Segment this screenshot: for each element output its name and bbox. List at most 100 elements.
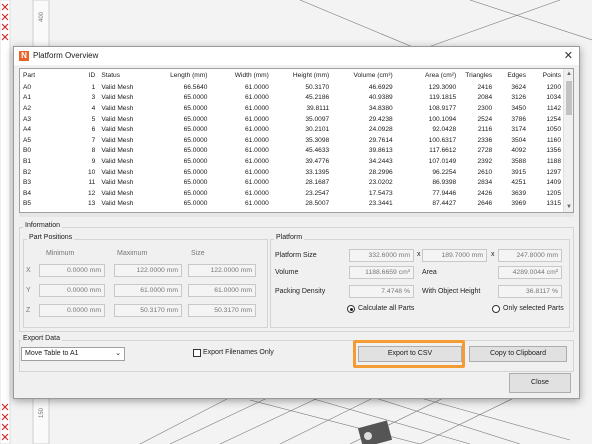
- table-row[interactable]: B3 11 Valid Mesh 65.0000 61.0000 28.1687 23.02…: [20, 177, 564, 188]
- cell-status: Valid Mesh: [101, 157, 134, 165]
- cell-part: B3: [23, 179, 32, 187]
- column-header-length[interactable]: Length (mm): [149, 69, 210, 82]
- axis-y-label: Y: [26, 287, 31, 294]
- object-height-field: 36.8117 %: [498, 285, 562, 298]
- cell-points: 1356: [546, 147, 561, 155]
- cell-part: B0: [23, 147, 32, 155]
- cell-points: 1142: [546, 104, 561, 112]
- cell-id: 10: [87, 168, 96, 176]
- cell-id: 1: [91, 83, 96, 91]
- column-header-edges[interactable]: Edges: [495, 69, 529, 82]
- table-row[interactable]: A2 4 Valid Mesh 65.0000 61.0000 39.8111 34.838…: [20, 103, 564, 114]
- cell-status: Valid Mesh: [101, 179, 134, 187]
- cell-part: B4: [23, 189, 32, 197]
- cell-area: 96.2254: [432, 168, 457, 176]
- cell-width: 61.0000: [245, 94, 269, 102]
- table-vertical-scrollbar[interactable]: ▲ ▼: [563, 69, 573, 212]
- cell-width: 61.0000: [245, 83, 269, 91]
- cell-width: 61.0000: [245, 147, 269, 155]
- table-row[interactable]: B4 12 Valid Mesh 65.0000 61.0000 23.2547 17.54…: [20, 188, 564, 199]
- y-size-field: 61.0000 mm: [188, 284, 256, 297]
- cell-height: 35.3098: [305, 136, 330, 144]
- cell-volume: 23.0202: [368, 179, 393, 187]
- cell-points: 1409: [546, 179, 561, 187]
- cell-triangles: 2392: [477, 157, 493, 165]
- cell-volume: 23.3441: [368, 200, 393, 208]
- times-sign: x: [417, 251, 421, 258]
- copy-to-clipboard-button[interactable]: Copy to Clipboard: [469, 346, 567, 362]
- calculate-all-parts-label[interactable]: Calculate all Parts: [358, 305, 414, 312]
- column-header-id[interactable]: ID: [71, 69, 99, 82]
- table-row[interactable]: A0 1 Valid Mesh 66.5640 61.0000 50.3170 46.692…: [20, 82, 564, 93]
- cell-width: 61.0000: [245, 104, 269, 112]
- column-header-width[interactable]: Width (mm): [210, 69, 271, 82]
- cell-points: 1200: [546, 83, 561, 91]
- cell-id: 3: [91, 94, 96, 102]
- cell-part: A0: [23, 83, 32, 91]
- cell-points: 1160: [546, 136, 561, 144]
- cell-length: 65.0000: [183, 179, 208, 187]
- cell-triangles: 2728: [477, 147, 493, 155]
- cell-edges: 3126: [511, 94, 527, 102]
- export-filenames-only-label[interactable]: Export Filenames Only: [203, 349, 274, 356]
- platform-size-y-field: 189.7000 mm: [422, 249, 487, 262]
- cell-part: A4: [23, 126, 32, 134]
- table-horizontal-scrollbar[interactable]: [19, 213, 574, 217]
- cell-length: 65.0000: [183, 147, 208, 155]
- y-minimum-field: 0.0000 mm: [39, 284, 105, 297]
- cell-status: Valid Mesh: [101, 147, 134, 155]
- column-header-status[interactable]: Status: [98, 69, 149, 82]
- platform-label: Platform: [274, 234, 305, 241]
- column-header-points[interactable]: Points: [529, 69, 564, 82]
- close-button[interactable]: Close: [509, 373, 571, 393]
- cell-part: B1: [23, 157, 32, 165]
- column-header-area[interactable]: Area (cm²): [396, 69, 460, 82]
- cell-volume: 34.8380: [368, 104, 393, 112]
- only-selected-parts-radio[interactable]: [492, 305, 500, 313]
- column-header-triangles[interactable]: Triangles: [459, 69, 495, 82]
- cell-height: 23.2547: [305, 189, 330, 197]
- table-row[interactable]: A3 5 Valid Mesh 65.0000 61.0000 35.0097 29.423…: [20, 114, 564, 125]
- cell-volume: 46.6929: [368, 83, 393, 91]
- table-row[interactable]: B0 8 Valid Mesh 65.0000 61.0000 45.4633 39.861…: [20, 146, 564, 157]
- scroll-up-icon[interactable]: ▲: [564, 69, 573, 79]
- calculate-all-parts-radio[interactable]: [347, 305, 355, 313]
- column-header-height[interactable]: Height (mm): [272, 69, 332, 82]
- table-row[interactable]: A5 7 Valid Mesh 65.0000 61.0000 35.3098 29.761…: [20, 135, 564, 146]
- column-header-part[interactable]: Part: [20, 69, 71, 82]
- times-sign: x: [491, 251, 495, 258]
- cell-status: Valid Mesh: [101, 126, 134, 134]
- parts-table: Part ID Status Length (mm) Width (mm) He…: [19, 68, 574, 213]
- table-row[interactable]: A1 3 Valid Mesh 65.0000 61.0000 45.2186 40.938…: [20, 93, 564, 104]
- dialog-title: Platform Overview: [33, 51, 99, 60]
- z-maximum-field: 50.3170 mm: [114, 304, 182, 317]
- cell-area: 100.6317: [428, 136, 457, 144]
- platform-size-z-field: 247.8000 mm: [498, 249, 562, 262]
- table-row[interactable]: B1 9 Valid Mesh 65.0000 61.0000 39.4776 34.244…: [20, 156, 564, 167]
- cell-id: 8: [91, 147, 96, 155]
- cell-triangles: 2610: [477, 168, 493, 176]
- cell-length: 65.0000: [183, 189, 208, 197]
- cell-height: 35.0097: [305, 115, 330, 123]
- table-row[interactable]: A4 6 Valid Mesh 65.0000 61.0000 30.2101 24.092…: [20, 124, 564, 135]
- only-selected-parts-label[interactable]: Only selected Parts: [503, 305, 564, 312]
- axis-z-label: Z: [26, 307, 31, 314]
- packing-density-field: 7.4748 %: [349, 285, 414, 298]
- export-target-select[interactable]: Move Table to A1 ⌄: [21, 347, 125, 361]
- column-header-volume[interactable]: Volume (cm³): [332, 69, 396, 82]
- close-icon[interactable]: ✕: [564, 49, 573, 62]
- cell-volume: 40.9389: [368, 94, 393, 102]
- table-row[interactable]: B2 10 Valid Mesh 65.0000 61.0000 33.1395 28.29…: [20, 167, 564, 178]
- cell-id: 5: [91, 115, 96, 123]
- scroll-down-icon[interactable]: ▼: [564, 202, 573, 212]
- cell-points: 1297: [546, 168, 561, 176]
- cell-triangles: 2416: [477, 83, 493, 91]
- cell-status: Valid Mesh: [101, 104, 134, 112]
- scrollbar-thumb[interactable]: [566, 81, 572, 115]
- export-filenames-only-checkbox[interactable]: [193, 349, 201, 357]
- table-row[interactable]: B5 13 Valid Mesh 65.0000 61.0000 28.5007 23.34…: [20, 199, 564, 210]
- information-label: Information: [23, 222, 63, 229]
- cell-triangles: 2524: [477, 115, 493, 123]
- cell-points: 1050: [546, 126, 561, 134]
- cell-edges: 3504: [511, 136, 527, 144]
